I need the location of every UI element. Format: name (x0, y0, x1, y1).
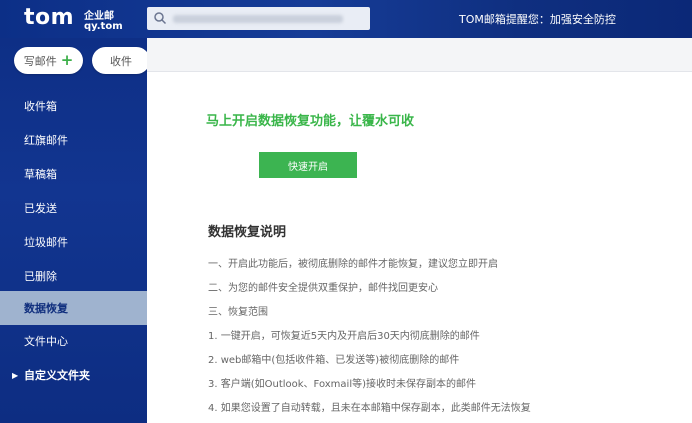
description-line: 二、为您的邮件安全提供双重保护，邮件找回更安心 (208, 283, 438, 294)
description-line: 2. web邮箱中(包括收件箱、已发送等)被彻底删除的邮件 (208, 355, 460, 366)
sidebar-item-label: 已删除 (24, 270, 57, 283)
caret-right-icon[interactable]: ▶ (12, 371, 18, 380)
sidebar-item-label: 垃圾邮件 (24, 236, 68, 249)
section-title: 数据恢复说明 (208, 225, 287, 240)
compose-label: 写邮件 (23, 54, 57, 68)
sidebar-item-label: 红旗邮件 (24, 134, 68, 147)
plus-icon: + (60, 51, 74, 69)
sidebar-item-label: 文件中心 (24, 335, 68, 348)
logo-subtitle: 企业邮 (84, 11, 114, 22)
sidebar-item-label: 已发送 (24, 202, 57, 215)
receive-label: 收件 (110, 54, 132, 68)
top-bar: tom 企业邮 qy.tom TOM邮箱提醒您：加强安全防控 (0, 0, 692, 38)
description-line: 三、恢复范围 (208, 307, 268, 318)
logo-text: tom (24, 5, 75, 30)
sidebar-item-label: 草稿箱 (24, 168, 57, 181)
logo-domain: qy.tom (84, 21, 123, 32)
sidebar-item-file-center[interactable]: 文件中心 (0, 324, 147, 358)
sidebar-item-label: 收件箱 (24, 100, 57, 113)
main-content: 马上开启数据恢复功能，让覆水可收 快速开启 数据恢复说明 一、开启此功能后，被彻… (147, 72, 692, 423)
sidebar: 写邮件 + 收件 收件箱 红旗邮件 草稿箱 已发送 垃圾邮件 已删除 数据恢复 … (0, 38, 150, 423)
search-box[interactable] (147, 7, 370, 30)
recovery-headline: 马上开启数据恢复功能，让覆水可收 (206, 114, 415, 129)
sidebar-item-inbox[interactable]: 收件箱 (0, 89, 147, 123)
search-input[interactable] (171, 9, 363, 28)
sidebar-item-label: 数据恢复 (24, 302, 68, 315)
description-line: 一、开启此功能后，被彻底删除的邮件才能恢复，建议您立即开启 (208, 259, 498, 270)
toolbar-strip (147, 38, 692, 72)
sidebar-item-label: 自定义文件夹 (24, 369, 90, 382)
quick-enable-button[interactable]: 快速开启 (259, 152, 357, 178)
search-icon[interactable] (153, 11, 167, 25)
receive-button[interactable]: 收件 (92, 47, 150, 74)
description-line: 1. 一键开启，可恢复近5天内及开启后30天内彻底删除的邮件 (208, 331, 480, 342)
sidebar-item-data-recovery[interactable]: 数据恢复 (0, 291, 147, 325)
sidebar-item-sent[interactable]: 已发送 (0, 191, 147, 225)
security-notice: TOM邮箱提醒您：加强安全防控 (459, 13, 616, 26)
description-line: 4. 如果您设置了自动转载，且未在本邮箱中保存副本，此类邮件无法恢复 (208, 403, 531, 414)
compose-button[interactable]: 写邮件 + (14, 47, 83, 74)
description-line: 3. 客户端(如Outlook、Foxmail等)接收时未保存副本的邮件 (208, 379, 477, 390)
sidebar-item-drafts[interactable]: 草稿箱 (0, 157, 147, 191)
sidebar-item-spam[interactable]: 垃圾邮件 (0, 225, 147, 259)
sidebar-item-deleted[interactable]: 已删除 (0, 259, 147, 293)
sidebar-item-custom-folders[interactable]: ▶ 自定义文件夹 (0, 358, 147, 392)
sidebar-item-flagged[interactable]: 红旗邮件 (0, 123, 147, 157)
